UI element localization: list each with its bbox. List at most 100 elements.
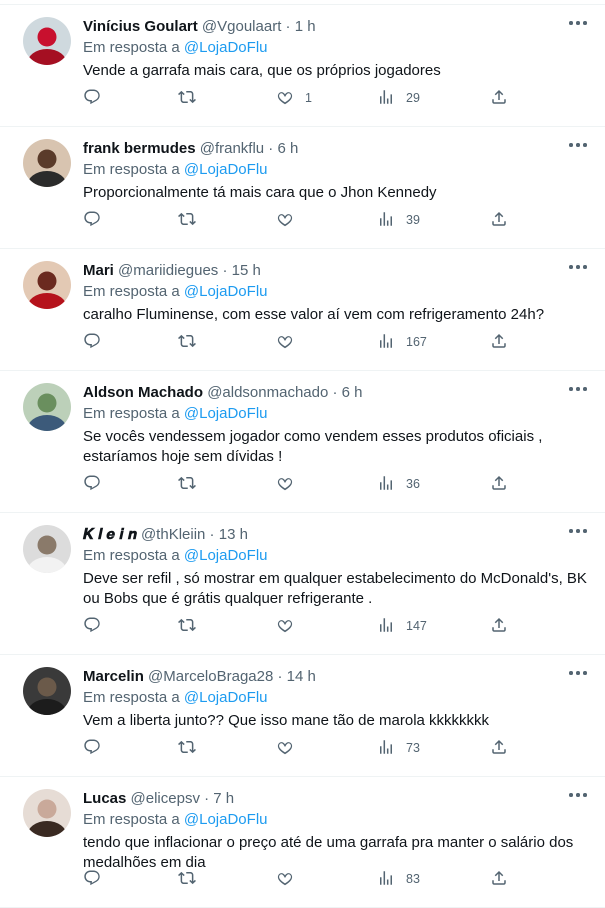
tweet-reply[interactable]: 𝑲 𝒍 𝒆 𝒊 𝒏 @thKleiin · 13 h Em resposta a … <box>0 513 605 655</box>
reply-to-link[interactable]: @LojaDoFlu <box>184 811 268 828</box>
retweet-icon <box>178 869 196 890</box>
share-icon <box>490 474 508 495</box>
retweet-button[interactable] <box>178 738 196 758</box>
like-button[interactable] <box>276 474 305 494</box>
views-button[interactable]: 73 <box>377 738 420 758</box>
share-button[interactable] <box>490 210 508 230</box>
views-button[interactable]: 36 <box>377 474 420 494</box>
tweet-reply[interactable]: Lucas @elicepsv · 7 h Em resposta a @Loja… <box>0 777 605 908</box>
user-handle[interactable]: @thKleiin <box>141 526 205 543</box>
user-handle[interactable]: @aldsonmachado <box>207 384 328 401</box>
like-button[interactable] <box>276 738 305 758</box>
avatar[interactable] <box>23 17 71 65</box>
timestamp[interactable]: 13 h <box>219 526 248 543</box>
tweet-content: frank bermudes @frankflu · 6 h Em respost… <box>83 139 589 203</box>
tweet-header: 𝑲 𝒍 𝒆 𝒊 𝒏 @thKleiin · 13 h <box>83 525 589 545</box>
display-name[interactable]: Vinícius Goulart <box>83 18 198 35</box>
avatar[interactable] <box>23 667 71 715</box>
reply-button[interactable] <box>83 616 101 636</box>
tweet-text-line: Proporcionalmente tá mais cara que o Jho… <box>83 184 437 201</box>
reply-button[interactable] <box>83 869 101 889</box>
retweet-button[interactable] <box>178 88 196 108</box>
reply-to-link[interactable]: @LojaDoFlu <box>184 689 268 706</box>
share-button[interactable] <box>490 869 508 889</box>
reply-button[interactable] <box>83 88 101 108</box>
separator-dot: · <box>328 384 342 401</box>
like-button[interactable] <box>276 332 305 352</box>
share-button[interactable] <box>490 332 508 352</box>
views-button[interactable]: 167 <box>377 332 427 352</box>
reply-button[interactable] <box>83 738 101 758</box>
views-button[interactable]: 39 <box>377 210 420 230</box>
avatar[interactable] <box>23 139 71 187</box>
like-icon <box>276 474 294 495</box>
reply-to-link[interactable]: @LojaDoFlu <box>184 547 268 564</box>
tweet-reply[interactable]: Vinícius Goulart @Vgoulaart · 1 h Em resp… <box>0 5 605 127</box>
display-name[interactable]: 𝑲 𝒍 𝒆 𝒊 𝒏 <box>83 526 137 543</box>
like-icon <box>276 88 294 109</box>
replies-feed: Vinícius Goulart @Vgoulaart · 1 h Em resp… <box>0 5 605 908</box>
tweet-reply[interactable]: frank bermudes @frankflu · 6 h Em respost… <box>0 127 605 249</box>
reply-to-link[interactable]: @LojaDoFlu <box>184 283 268 300</box>
timestamp[interactable]: 6 h <box>277 140 298 157</box>
retweet-button[interactable] <box>178 332 196 352</box>
timestamp[interactable]: 1 h <box>295 18 316 35</box>
timestamp[interactable]: 15 h <box>232 262 261 279</box>
retweet-icon <box>178 738 196 759</box>
like-button[interactable] <box>276 616 305 636</box>
reply-button[interactable] <box>83 474 101 494</box>
user-handle[interactable]: @elicepsv <box>131 790 200 807</box>
views-button[interactable]: 147 <box>377 616 427 636</box>
tweet-content: Lucas @elicepsv · 7 h Em resposta a @Loja… <box>83 789 589 873</box>
view-count: 83 <box>406 872 420 886</box>
avatar[interactable] <box>23 525 71 573</box>
retweet-button[interactable] <box>178 474 196 494</box>
like-button[interactable] <box>276 869 305 889</box>
action-bar: 83 <box>0 869 605 889</box>
share-icon <box>490 88 508 109</box>
reply-to-link[interactable]: @LojaDoFlu <box>184 39 268 56</box>
share-icon <box>490 210 508 231</box>
timestamp[interactable]: 14 h <box>287 668 316 685</box>
views-button[interactable]: 29 <box>377 88 420 108</box>
share-button[interactable] <box>490 616 508 636</box>
share-button[interactable] <box>490 738 508 758</box>
reply-to-link[interactable]: @LojaDoFlu <box>184 405 268 422</box>
share-button[interactable] <box>490 474 508 494</box>
share-button[interactable] <box>490 88 508 108</box>
avatar[interactable] <box>23 383 71 431</box>
reply-prefix: Em resposta a <box>83 811 180 828</box>
reply-context: Em resposta a @LojaDoFlu <box>83 810 589 830</box>
reply-icon <box>83 738 101 759</box>
retweet-button[interactable] <box>178 616 196 636</box>
user-handle[interactable]: @frankflu <box>200 140 264 157</box>
timestamp[interactable]: 6 h <box>342 384 363 401</box>
avatar[interactable] <box>23 789 71 837</box>
retweet-icon <box>178 332 196 353</box>
display-name[interactable]: frank bermudes <box>83 140 196 157</box>
timestamp[interactable]: 7 h <box>213 790 234 807</box>
display-name[interactable]: Aldson Machado <box>83 384 203 401</box>
retweet-button[interactable] <box>178 869 196 889</box>
tweet-header: Mari @mariidiegues · 15 h <box>83 261 589 281</box>
tweet-reply[interactable]: Mari @mariidiegues · 15 h Em resposta a @… <box>0 249 605 371</box>
tweet-text: Deve ser refil , só mostrar em qualquer … <box>83 569 589 609</box>
display-name[interactable]: Mari <box>83 262 114 279</box>
reply-button[interactable] <box>83 210 101 230</box>
display-name[interactable]: Marcelin <box>83 668 144 685</box>
user-handle[interactable]: @MarceloBraga28 <box>148 668 273 685</box>
avatar[interactable] <box>23 261 71 309</box>
tweet-reply[interactable]: Marcelin @MarceloBraga28 · 14 h Em respos… <box>0 655 605 777</box>
user-handle[interactable]: @Vgoulaart <box>202 18 281 35</box>
tweet-text: Proporcionalmente tá mais cara que o Jho… <box>83 183 589 203</box>
reply-to-link[interactable]: @LojaDoFlu <box>184 161 268 178</box>
display-name[interactable]: Lucas <box>83 790 126 807</box>
views-button[interactable]: 83 <box>377 869 420 889</box>
tweet-reply[interactable]: Aldson Machado @aldsonmachado · 6 h Em re… <box>0 371 605 513</box>
like-button[interactable] <box>276 210 305 230</box>
view-count: 147 <box>406 619 427 633</box>
retweet-button[interactable] <box>178 210 196 230</box>
like-button[interactable]: 1 <box>276 88 312 108</box>
user-handle[interactable]: @mariidiegues <box>118 262 218 279</box>
reply-button[interactable] <box>83 332 101 352</box>
